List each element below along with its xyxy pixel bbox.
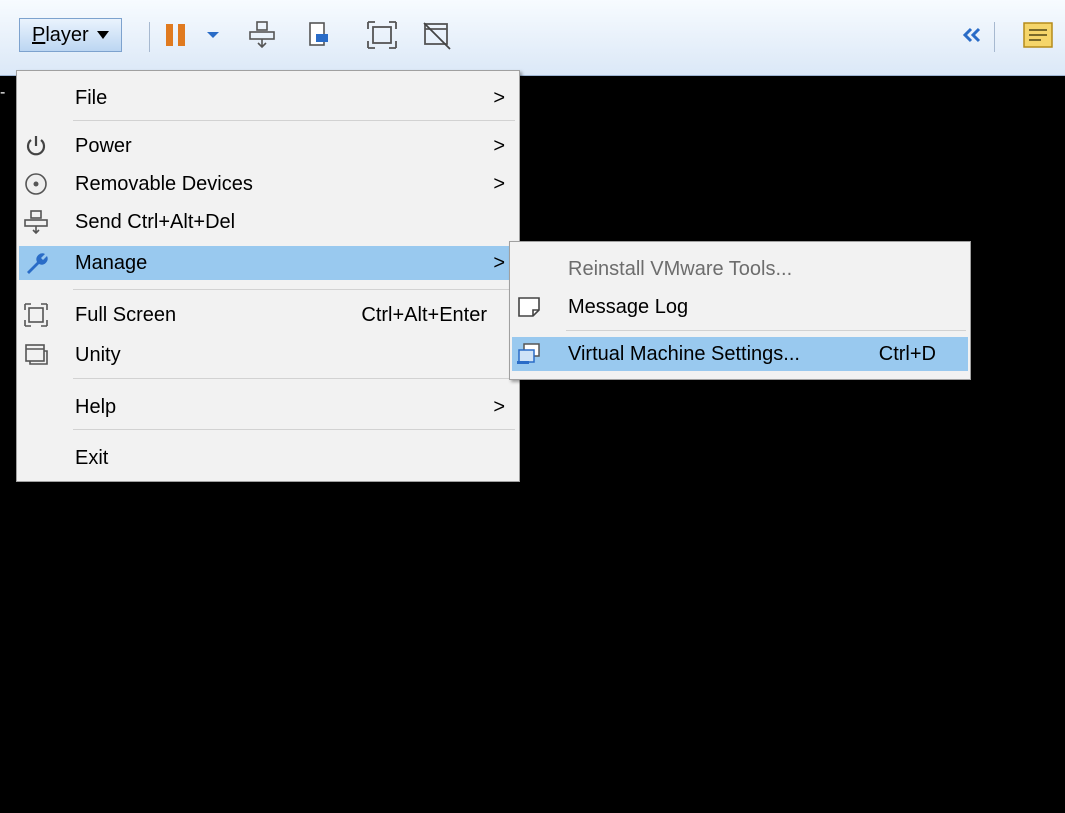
menu-item-full-screen[interactable]: Full Screen Ctrl+Alt+Enter xyxy=(19,298,517,332)
menu-item-power[interactable]: Power > xyxy=(19,129,517,163)
menu-item-label: Power xyxy=(75,135,132,157)
menu-item-label: Help xyxy=(75,396,117,418)
pause-icon[interactable] xyxy=(163,20,189,50)
menu-item-label: Manage xyxy=(75,252,148,274)
submenu-item-vm-settings[interactable]: Virtual Machine Settings... Ctrl+D xyxy=(512,337,968,371)
toolbar: Player xyxy=(0,0,1065,76)
menu-item-label: Reinstall VMware Tools... xyxy=(568,258,793,280)
menu-item-send-ctrl-alt-del[interactable]: Send Ctrl+Alt+Del xyxy=(19,205,517,239)
chevron-down-icon xyxy=(96,31,109,39)
send-ctrl-alt-del-icon[interactable] xyxy=(247,20,277,50)
menu-item-manage[interactable]: Manage > xyxy=(19,246,517,280)
submenu-arrow-icon: > xyxy=(493,173,505,195)
menu-divider xyxy=(73,289,515,290)
dropdown-arrow-icon[interactable] xyxy=(205,20,221,50)
menu-divider xyxy=(73,120,515,121)
unity-icon xyxy=(23,342,49,368)
submenu-arrow-icon: > xyxy=(493,252,505,274)
full-screen-icon[interactable] xyxy=(366,20,398,50)
menu-item-exit[interactable]: Exit xyxy=(19,441,517,475)
menu-item-removable-devices[interactable]: Removable Devices > xyxy=(19,167,517,201)
submenu-item-message-log[interactable]: Message Log xyxy=(512,290,968,324)
unity-icon[interactable] xyxy=(421,20,453,50)
manage-submenu: Reinstall VMware Tools... Message Log Vi… xyxy=(509,241,971,380)
full-screen-icon xyxy=(23,302,49,328)
message-log-icon xyxy=(516,294,542,320)
player-menu-button[interactable]: Player xyxy=(19,18,122,52)
player-label: layer xyxy=(45,23,89,46)
vm-settings-icon xyxy=(516,341,542,367)
send-keys-icon xyxy=(23,209,49,235)
menu-item-label: Virtual Machine Settings... xyxy=(568,343,800,365)
menu-item-shortcut: Ctrl+D xyxy=(878,343,936,365)
menu-item-label: File xyxy=(75,87,108,109)
power-icon xyxy=(23,133,49,159)
menu-item-label: Removable Devices xyxy=(75,173,253,195)
notes-icon[interactable] xyxy=(1022,20,1054,50)
menu-divider xyxy=(566,330,966,331)
toolbar-separator xyxy=(149,22,150,52)
submenu-arrow-icon: > xyxy=(493,135,505,157)
menu-item-label: Message Log xyxy=(568,296,689,318)
menu-item-unity[interactable]: Unity xyxy=(19,338,517,372)
menu-divider xyxy=(73,429,515,430)
player-menu: File > Power > Removable Devices > Send … xyxy=(16,70,520,482)
disc-icon xyxy=(23,171,49,197)
menu-item-label: Unity xyxy=(75,344,121,366)
screen-marker: - xyxy=(0,84,6,101)
menu-divider xyxy=(73,378,515,379)
removable-devices-icon[interactable] xyxy=(304,20,334,50)
menu-item-shortcut: Ctrl+Alt+Enter xyxy=(361,304,487,326)
menu-item-help[interactable]: Help > xyxy=(19,390,517,424)
collapse-icon[interactable] xyxy=(961,20,983,50)
toolbar-separator xyxy=(994,22,995,52)
wrench-icon xyxy=(23,250,49,276)
menu-item-label: Send Ctrl+Alt+Del xyxy=(75,211,236,233)
menu-item-label: Full Screen xyxy=(75,304,177,326)
submenu-arrow-icon: > xyxy=(493,87,505,109)
submenu-item-reinstall-vmware-tools[interactable]: Reinstall VMware Tools... xyxy=(512,252,968,286)
player-label-accel: P xyxy=(32,23,46,46)
menu-item-label: Exit xyxy=(75,447,109,469)
submenu-arrow-icon: > xyxy=(493,396,505,418)
menu-item-file[interactable]: File > xyxy=(19,81,517,115)
